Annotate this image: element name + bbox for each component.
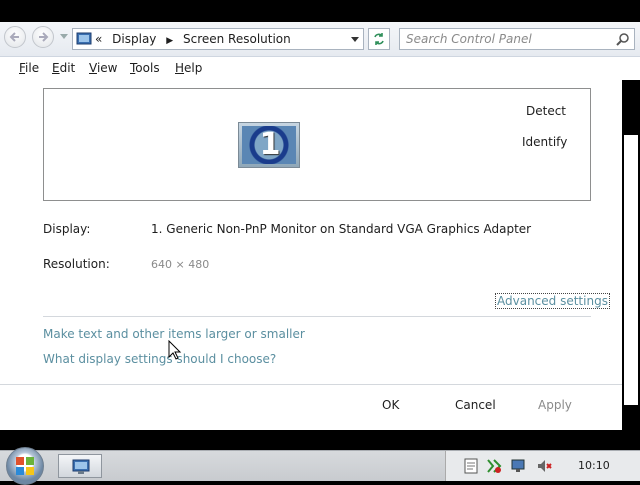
section-divider [43, 316, 591, 317]
breadcrumb-overflow[interactable]: « [95, 32, 102, 46]
navigation-bar: « Display ▶ Screen Resolution [0, 22, 640, 57]
monitor-arrangement-box: 1 Detect Identify [43, 88, 591, 201]
monitor-number: 1 [259, 127, 281, 162]
resolution-label: Resolution: [43, 257, 110, 271]
detect-button[interactable]: Detect [526, 104, 566, 118]
back-button[interactable] [4, 26, 26, 48]
network-icon[interactable] [510, 458, 526, 474]
mouse-cursor-icon [168, 340, 182, 360]
apply-button[interactable]: Apply [538, 398, 572, 412]
taskbar: 10:10 [0, 447, 640, 485]
monitor-1-thumbnail[interactable]: 1 [238, 122, 300, 168]
identify-button[interactable]: Identify [522, 135, 567, 149]
menu-view[interactable]: View [89, 61, 117, 75]
button-divider [0, 384, 622, 385]
refresh-icon [374, 33, 384, 45]
document-tray-icon[interactable] [464, 458, 478, 474]
forward-arrow-icon [39, 32, 49, 42]
resolution-select[interactable]: 640 × 480 [151, 258, 209, 271]
scrollbar-thumb[interactable] [624, 135, 638, 405]
search-box[interactable] [399, 28, 635, 50]
recent-pages-dropdown[interactable] [60, 34, 68, 40]
breadcrumb-display[interactable]: Display [112, 32, 156, 46]
text-size-link[interactable]: Make text and other items larger or smal… [43, 327, 305, 341]
breadcrumb-separator-icon[interactable]: ▶ [166, 36, 173, 46]
windows-logo-icon [16, 457, 34, 475]
screen-resolution-window: « Display ▶ Screen Resolution File Edit … [0, 22, 640, 430]
taskbar-clock[interactable]: 10:10 [578, 459, 610, 472]
search-icon[interactable] [616, 32, 630, 46]
menu-help[interactable]: Help [175, 61, 202, 75]
refresh-button[interactable] [368, 28, 390, 50]
menu-bar: File Edit View Tools Help [0, 57, 640, 79]
ok-button[interactable]: OK [382, 398, 399, 412]
content-panel: 1 Detect Identify Display: 1. Generic No… [0, 80, 622, 430]
system-tray [445, 451, 640, 481]
volume-muted-icon[interactable] [536, 458, 552, 474]
action-center-icon[interactable] [486, 458, 502, 474]
back-arrow-icon [9, 32, 19, 42]
cancel-button[interactable]: Cancel [455, 398, 496, 412]
address-bar[interactable]: « Display ▶ Screen Resolution [72, 28, 364, 50]
advanced-settings-link[interactable]: Advanced settings [495, 293, 610, 309]
breadcrumb-screen-resolution[interactable]: Screen Resolution [183, 32, 291, 46]
vertical-scrollbar[interactable] [622, 80, 640, 430]
display-label: Display: [43, 222, 91, 236]
taskbar-display-window[interactable] [58, 454, 102, 478]
start-button[interactable] [6, 447, 44, 485]
menu-edit[interactable]: Edit [52, 61, 75, 75]
address-dropdown-icon[interactable] [351, 37, 359, 43]
menu-tools[interactable]: Tools [130, 61, 160, 75]
display-select[interactable]: 1. Generic Non-PnP Monitor on Standard V… [151, 222, 531, 236]
breadcrumb: « Display ▶ Screen Resolution [95, 32, 297, 46]
menu-file[interactable]: File [19, 61, 39, 75]
display-settings-help-link[interactable]: What display settings should I choose? [43, 352, 276, 366]
search-input[interactable] [404, 31, 618, 47]
display-app-icon [72, 459, 90, 474]
control-panel-icon [76, 32, 92, 45]
forward-button[interactable] [32, 26, 54, 48]
